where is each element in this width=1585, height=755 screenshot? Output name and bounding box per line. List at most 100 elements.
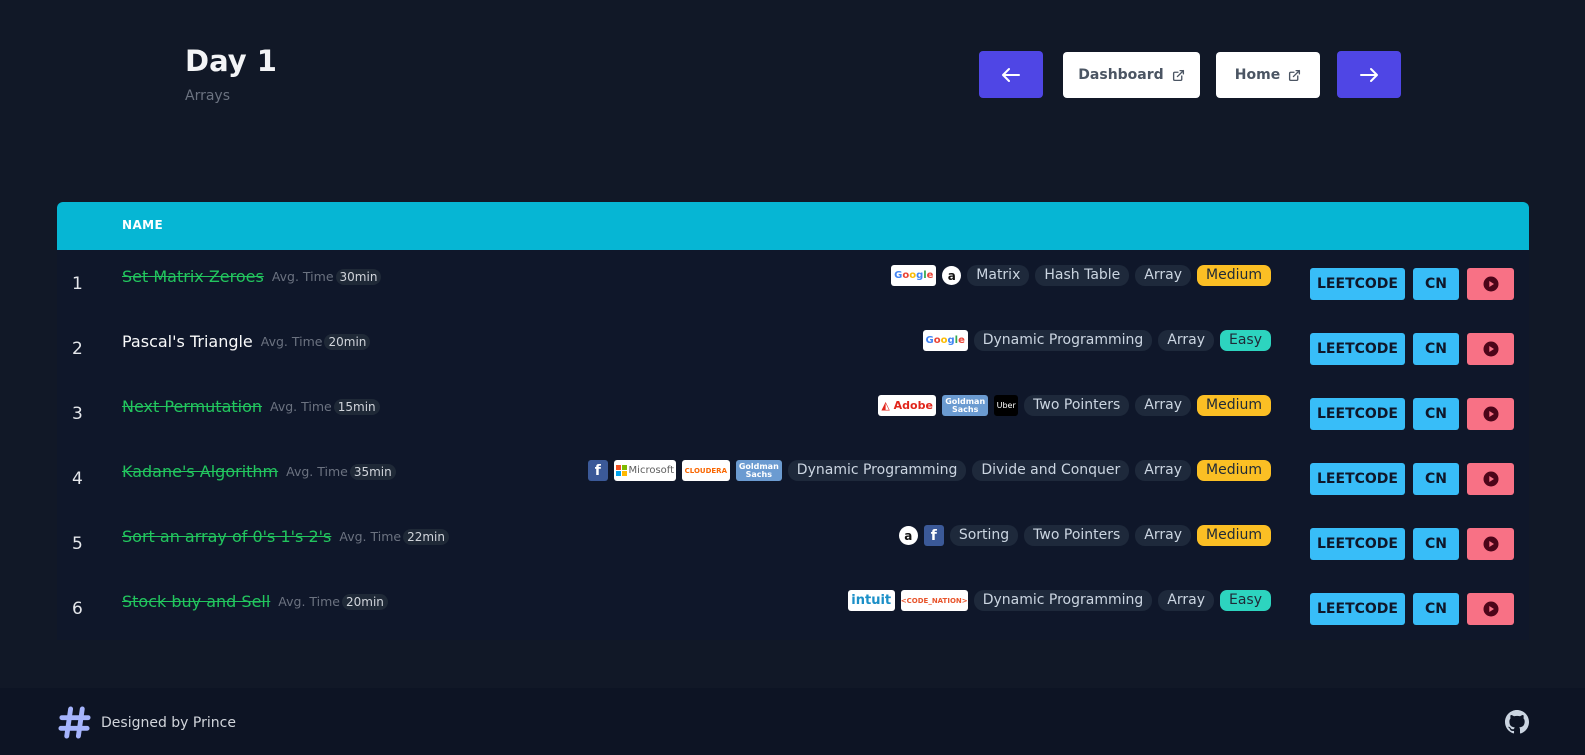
- page-subtitle: Arrays: [185, 88, 231, 104]
- avg-time-label: Avg. Time: [339, 529, 402, 544]
- leetcode-button[interactable]: LEETCODE: [1310, 463, 1405, 495]
- topic-tag: Hash Table: [1035, 265, 1130, 286]
- tag-list: Google Dynamic Programming Array Easy: [922, 330, 1271, 351]
- leetcode-button[interactable]: LEETCODE: [1310, 268, 1405, 300]
- question-link[interactable]: Pascal's Triangle: [122, 332, 253, 351]
- cn-button[interactable]: CN: [1413, 398, 1459, 430]
- row-index: 4: [72, 469, 83, 489]
- question-link[interactable]: Next Permutation: [122, 397, 262, 416]
- cn-button[interactable]: CN: [1413, 333, 1459, 365]
- footer-brand: Designed by Prince: [57, 705, 236, 740]
- dashboard-link[interactable]: Dashboard: [1063, 52, 1200, 98]
- column-header-name: NAME: [122, 218, 164, 232]
- facebook-logo: f: [923, 525, 944, 546]
- page-title: Day 1: [185, 44, 277, 78]
- cn-button[interactable]: CN: [1413, 528, 1459, 560]
- footer-credit: Designed by Prince: [101, 714, 236, 731]
- google-logo: Google: [922, 330, 968, 351]
- page-header: Day 1 Arrays Dashboard Home: [0, 0, 1585, 200]
- external-link-icon: [1172, 69, 1184, 81]
- row-actions: LEETCODE CN: [1310, 333, 1514, 365]
- video-button[interactable]: [1467, 398, 1514, 430]
- avg-time-label: Avg. Time: [278, 594, 340, 609]
- avg-time-value: 20min: [324, 333, 371, 350]
- question-link[interactable]: Sort an array of 0's 1's 2's: [122, 527, 331, 546]
- footer: Designed by Prince: [0, 688, 1585, 755]
- topic-tag: Array: [1158, 590, 1214, 611]
- topic-tag: Dynamic Programming: [973, 330, 1153, 351]
- video-button[interactable]: [1467, 463, 1514, 495]
- external-link-icon: [1289, 69, 1301, 81]
- play-icon: [1483, 471, 1498, 487]
- leetcode-button[interactable]: LEETCODE: [1310, 333, 1405, 365]
- tag-list: Google a Matrix Hash Table Array Medium: [891, 265, 1271, 286]
- prev-day-button[interactable]: [979, 51, 1043, 98]
- home-link[interactable]: Home: [1216, 52, 1320, 98]
- google-logo: Google: [891, 265, 937, 286]
- avg-time-label: Avg. Time: [270, 399, 332, 414]
- question-link[interactable]: Kadane's Algorithm: [122, 462, 278, 481]
- topic-tag: Dynamic Programming: [787, 460, 967, 481]
- row-index: 2: [72, 339, 83, 359]
- intuit-logo: intuit: [847, 590, 895, 611]
- topic-tag: Array: [1158, 330, 1214, 351]
- avg-time-value: 35min: [349, 463, 396, 480]
- table-row: 2 Pascal's Triangle Avg. Time 20min Goog…: [57, 315, 1529, 380]
- difficulty-badge: Medium: [1197, 265, 1271, 286]
- table-row: 1 Set Matrix Zeroes Avg. Time 30min Goog…: [57, 250, 1529, 315]
- question-cell: Next Permutation Avg. Time 15min: [122, 397, 380, 416]
- row-actions: LEETCODE CN: [1310, 463, 1514, 495]
- topic-tag: Array: [1135, 395, 1192, 416]
- uber-logo: Uber: [994, 395, 1019, 416]
- microsoft-logo: Microsoft: [613, 460, 676, 481]
- avg-time-value: 15min: [333, 398, 380, 415]
- questions-table: NAME 1 Set Matrix Zeroes Avg. Time 30min…: [57, 202, 1529, 640]
- question-link[interactable]: Stock buy and Sell: [122, 592, 270, 611]
- avg-time-label: Avg. Time: [271, 269, 334, 284]
- question-cell: Stock buy and Sell Avg. Time 20min: [122, 592, 388, 611]
- topic-tag: Array: [1135, 265, 1192, 286]
- question-link[interactable]: Set Matrix Zeroes: [122, 267, 264, 286]
- github-icon[interactable]: [1505, 710, 1529, 734]
- question-cell: Kadane's Algorithm Avg. Time 35min: [122, 462, 396, 481]
- arrow-left-icon: [1002, 67, 1020, 82]
- table-row: 3 Next Permutation Avg. Time 15min ◭ Ado…: [57, 380, 1529, 445]
- table-row: 4 Kadane's Algorithm Avg. Time 35min f M…: [57, 445, 1529, 510]
- topic-tag: Divide and Conquer: [972, 460, 1130, 481]
- play-icon: [1483, 601, 1498, 617]
- topic-tag: Dynamic Programming: [973, 590, 1153, 611]
- row-index: 5: [72, 534, 83, 554]
- avg-time-value: 22min: [403, 528, 449, 545]
- amazon-logo: a: [942, 266, 962, 285]
- home-label: Home: [1234, 67, 1281, 83]
- avg-time-value: 20min: [342, 593, 388, 610]
- cn-button[interactable]: CN: [1413, 593, 1459, 625]
- next-day-button[interactable]: [1337, 51, 1401, 98]
- cn-button[interactable]: CN: [1413, 268, 1459, 300]
- video-button[interactable]: [1467, 528, 1514, 560]
- table-row: 5 Sort an array of 0's 1's 2's Avg. Time…: [57, 510, 1529, 575]
- question-cell: Sort an array of 0's 1's 2's Avg. Time 2…: [122, 527, 449, 546]
- leetcode-button[interactable]: LEETCODE: [1310, 528, 1405, 560]
- table-header: NAME: [57, 202, 1529, 250]
- topic-tag: Two Pointers: [1024, 525, 1130, 546]
- topic-tag: Array: [1135, 460, 1192, 481]
- goldman-sachs-logo: Goldman Sachs: [735, 460, 782, 481]
- row-index: 3: [72, 404, 83, 424]
- row-actions: LEETCODE CN: [1310, 593, 1514, 625]
- cn-button[interactable]: CN: [1413, 463, 1459, 495]
- tag-list: a f Sorting Two Pointers Array Medium: [898, 525, 1271, 546]
- goldman-sachs-logo: Goldman Sachs: [942, 395, 989, 416]
- tag-list: f Microsoft CLOUDERA Goldman Sachs Dynami…: [587, 460, 1271, 481]
- avg-time-label: Avg. Time: [260, 334, 323, 349]
- topic-tag: Two Pointers: [1024, 395, 1130, 416]
- row-index: 1: [72, 274, 83, 294]
- video-button[interactable]: [1467, 333, 1514, 365]
- facebook-logo: f: [587, 460, 608, 481]
- leetcode-button[interactable]: LEETCODE: [1310, 398, 1405, 430]
- video-button[interactable]: [1467, 268, 1514, 300]
- video-button[interactable]: [1467, 593, 1514, 625]
- difficulty-badge: Easy: [1219, 330, 1271, 351]
- leetcode-button[interactable]: LEETCODE: [1310, 593, 1405, 625]
- play-icon: [1483, 536, 1498, 552]
